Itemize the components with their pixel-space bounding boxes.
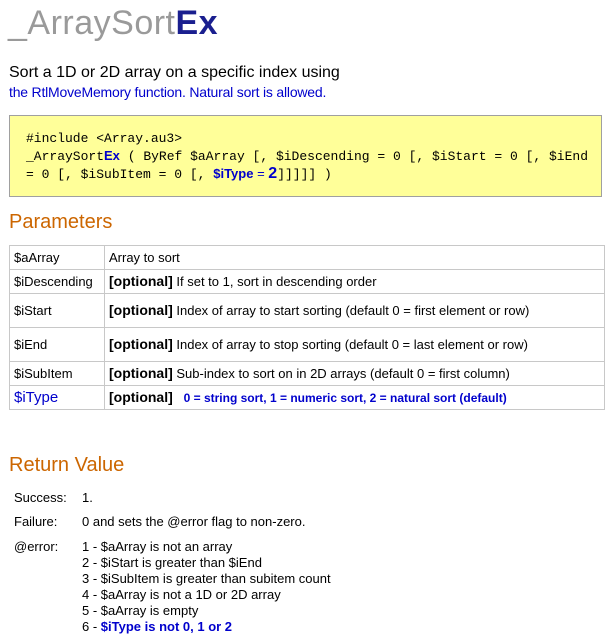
syntax-line3-a: = 0 [, $iSubItem = 0 [,: [26, 167, 214, 182]
title-prefix: _ArraySort: [8, 4, 176, 42]
param-desc-text: Index of array to start sorting (default…: [172, 303, 530, 318]
error-item: 6 - $iType is not 0, 1 or 2: [82, 619, 232, 635]
param-desc-text: Sub-index to sort on in 2D arrays (defau…: [172, 366, 510, 381]
description-line2: the RtlMoveMemory function. Natural sort…: [9, 84, 327, 100]
param-desc: [optional] Sub-index to sort on in 2D ar…: [104, 361, 605, 386]
optional-tag: [optional]: [109, 273, 173, 289]
param-desc-text: Array to sort: [109, 250, 180, 265]
param-name: $iType: [9, 385, 105, 410]
error-label: @error:: [14, 539, 59, 554]
description-line1: Sort a 1D or 2D array on a specific inde…: [9, 64, 340, 81]
syntax-line3-end: ]]]]] ): [277, 167, 332, 182]
table-row: $iStart [optional] Index of array to sta…: [9, 293, 605, 328]
param-desc: Array to sort: [104, 245, 605, 270]
table-row: $iDescending [optional] If set to 1, sor…: [9, 269, 605, 294]
error6-prefix: 6 -: [82, 619, 101, 634]
param-name: $iEnd: [9, 327, 105, 362]
param-desc: [optional] 0 = string sort, 1 = numeric …: [104, 385, 605, 410]
syntax-line2-rest: ( ByRef $aArray [, $iDescending = 0 [, $…: [119, 149, 588, 164]
param-name: $iSubItem: [9, 361, 105, 386]
page-title: _ArraySortEx: [8, 4, 218, 43]
syntax-line3: = 0 [, $iSubItem = 0 [, $iType = 2]]]]] …: [26, 165, 332, 183]
param-desc: [optional] If set to 1, sort in descendi…: [104, 269, 605, 294]
error-item: 3 - $iSubItem is greater than subitem co…: [82, 571, 331, 586]
error-item: 5 - $aArray is empty: [82, 603, 199, 618]
syntax-include: #include <Array.au3>: [26, 131, 183, 146]
failure-value: 0 and sets the @error flag to non-zero.: [82, 514, 306, 529]
syntax-itype: $iType: [213, 166, 254, 181]
error-item: 1 - $aArray is not an array: [82, 539, 233, 554]
param-name: $iStart: [9, 293, 105, 328]
table-row: $aArray Array to sort: [9, 245, 605, 270]
param-desc: [optional] Index of array to stop sortin…: [104, 327, 605, 362]
param-desc: [optional] Index of array to start sorti…: [104, 293, 605, 328]
return-value-heading: Return Value: [9, 454, 125, 476]
syntax-itype-default: 2: [268, 165, 278, 182]
error-item: 2 - $iStart is greater than $iEnd: [82, 555, 262, 570]
param-name: $aArray: [9, 245, 105, 270]
optional-tag: [optional]: [109, 302, 173, 318]
success-value: 1.: [82, 490, 93, 505]
table-row: $iEnd [optional] Index of array to stop …: [9, 327, 605, 362]
error6-text: $iType is not 0, 1 or 2: [100, 619, 233, 634]
param-desc-text: If set to 1, sort in descending order: [172, 274, 377, 289]
success-label: Success:: [14, 490, 67, 505]
syntax-line2: _ArraySortEx ( ByRef $aArray [, $iDescen…: [26, 148, 588, 164]
failure-label: Failure:: [14, 514, 58, 529]
title-suffix: Ex: [175, 4, 219, 42]
param-desc-text: Index of array to stop sorting (default …: [172, 337, 528, 352]
syntax-eq: =: [253, 166, 269, 181]
param-desc-text: 0 = string sort, 1 = numeric sort, 2 = n…: [183, 390, 507, 405]
parameters-table: $aArray Array to sort $iDescending [opti…: [9, 245, 605, 410]
table-row: $iSubItem [optional] Sub-index to sort o…: [9, 361, 605, 386]
optional-tag: [optional]: [109, 388, 173, 405]
error-item: 4 - $aArray is not a 1D or 2D array: [82, 587, 281, 602]
parameters-heading: Parameters: [9, 211, 113, 233]
param-name: $iDescending: [9, 269, 105, 294]
table-row: $iType [optional] 0 = string sort, 1 = n…: [9, 385, 605, 410]
syntax-func-suffix: Ex: [104, 148, 120, 163]
syntax-box: #include <Array.au3> _ArraySortEx ( ByRe…: [9, 115, 602, 197]
syntax-func-prefix: _ArraySort: [26, 149, 105, 164]
optional-tag: [optional]: [109, 365, 173, 381]
optional-tag: [optional]: [109, 336, 173, 352]
